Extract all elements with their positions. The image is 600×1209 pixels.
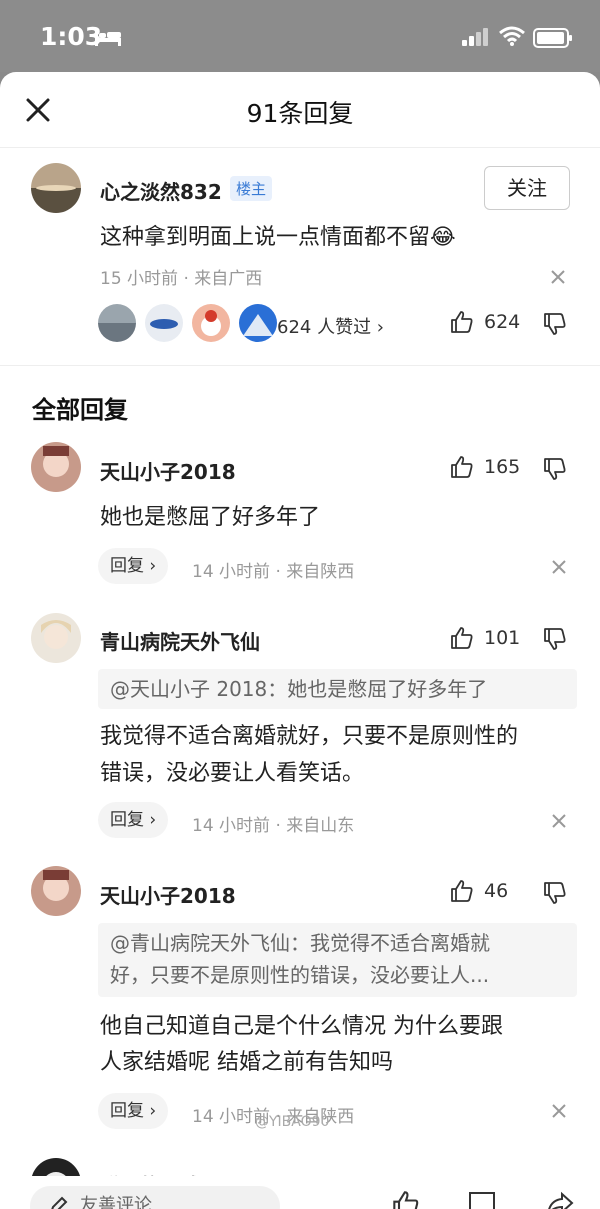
reply-text: 她也是憋屈了好多年了 bbox=[100, 505, 321, 530]
avatar[interactable] bbox=[31, 163, 81, 213]
reply-text-line: 他自己知道自己是个什么情况 为什么要跟 bbox=[100, 1014, 503, 1039]
thumbs-up-icon bbox=[451, 880, 473, 902]
status-time: 1:03 bbox=[40, 22, 103, 51]
status-bar: 1:03 bbox=[0, 0, 600, 72]
like-count: 624 bbox=[484, 311, 521, 333]
divider bbox=[0, 365, 600, 366]
liker-avatar bbox=[239, 304, 277, 342]
avatar[interactable] bbox=[31, 866, 81, 916]
comment-meta: 15 小时前 · 来自广西 bbox=[100, 269, 263, 289]
reply-author[interactable]: 天山小子2018 bbox=[100, 456, 236, 485]
dismiss-icon[interactable] bbox=[551, 1103, 567, 1119]
thumbs-down-icon[interactable] bbox=[543, 457, 567, 481]
thumbs-up-icon bbox=[451, 311, 473, 333]
sleep-mode-icon bbox=[95, 30, 121, 46]
liker-avatar bbox=[98, 304, 136, 342]
like-button[interactable]: 165 bbox=[450, 455, 520, 479]
reply-button[interactable]: 回复 › bbox=[98, 1093, 169, 1129]
avatar[interactable] bbox=[31, 613, 81, 663]
liker-avatar bbox=[192, 304, 230, 342]
reply-meta: 14 小时前 · 来自陕西 bbox=[192, 562, 355, 582]
dismiss-icon[interactable] bbox=[551, 813, 567, 829]
reply-text-line: 我觉得不适合离婚就好，只要不是原则性的 bbox=[100, 724, 519, 749]
sheet-header: 91条回复 bbox=[0, 72, 600, 148]
pencil-icon bbox=[51, 1196, 68, 1209]
quoted-reply-line: 好，只要不是原则性的错误，没必要让人... bbox=[110, 963, 490, 987]
follow-button[interactable]: 关注 bbox=[484, 166, 570, 210]
likers-count-link[interactable]: 624 人赞过 › bbox=[277, 313, 384, 339]
cellular-signal-icon bbox=[462, 28, 488, 46]
replies-sheet: 91条回复 心之淡然832 楼主 关注 这种拿到明面上说一点情面都不留😂 15 … bbox=[0, 72, 600, 1209]
share-icon[interactable] bbox=[545, 1190, 575, 1209]
thumbs-up-icon bbox=[451, 627, 473, 649]
thumbs-down-icon[interactable] bbox=[543, 312, 567, 336]
thumbs-down-icon[interactable] bbox=[543, 627, 567, 651]
quoted-reply[interactable]: @青山病院天外飞仙：我觉得不适合离婚就 好，只要不是原则性的错误，没必要让人..… bbox=[98, 923, 577, 997]
owner-badge: 楼主 bbox=[230, 176, 273, 201]
page-title: 91条回复 bbox=[246, 99, 354, 128]
like-button[interactable]: 624 bbox=[450, 310, 520, 334]
like-count: 101 bbox=[484, 627, 521, 649]
reply-button[interactable]: 回复 › bbox=[98, 548, 169, 584]
like-button[interactable]: 46 bbox=[450, 879, 508, 903]
reply-author[interactable]: 天山小子2018 bbox=[100, 880, 236, 909]
watermark: @YIBAO90 bbox=[255, 1114, 330, 1130]
dismiss-icon[interactable] bbox=[550, 269, 566, 285]
reply-author[interactable]: 青山病院天外飞仙 bbox=[100, 626, 260, 655]
avatar[interactable] bbox=[31, 442, 81, 492]
like-button[interactable]: 101 bbox=[450, 626, 520, 650]
comment-author[interactable]: 心之淡然832 bbox=[100, 176, 222, 205]
like-count: 165 bbox=[484, 456, 521, 478]
likers-avatars[interactable] bbox=[98, 304, 286, 344]
reply-text-line: 错误，没必要让人看笑话。 bbox=[100, 761, 365, 786]
reply-text-line: 人家结婚呢 结婚之前有告知吗 bbox=[100, 1050, 393, 1075]
wifi-icon bbox=[499, 26, 525, 46]
quoted-reply[interactable]: @天山小子 2018：她也是憋屈了好多年了 bbox=[98, 669, 577, 709]
dismiss-icon[interactable] bbox=[551, 559, 567, 575]
liker-avatar bbox=[145, 304, 183, 342]
thumbs-up-icon bbox=[451, 456, 473, 478]
reply-button[interactable]: 回复 › bbox=[98, 802, 169, 838]
bottom-bar: 友善评论 bbox=[0, 1176, 600, 1209]
all-replies-title: 全部回复 bbox=[32, 396, 128, 424]
battery-icon bbox=[533, 28, 572, 48]
thumbs-down-icon[interactable] bbox=[543, 881, 567, 905]
comment-text: 这种拿到明面上说一点情面都不留😂 bbox=[100, 225, 456, 250]
quoted-reply-line: @青山病院天外飞仙：我觉得不适合离婚就 bbox=[110, 931, 490, 955]
reply-meta: 14 小时前 · 来自山东 bbox=[192, 816, 355, 836]
thumbs-up-icon[interactable] bbox=[392, 1190, 420, 1209]
like-count: 46 bbox=[484, 880, 509, 902]
comment-icon[interactable] bbox=[467, 1190, 497, 1209]
